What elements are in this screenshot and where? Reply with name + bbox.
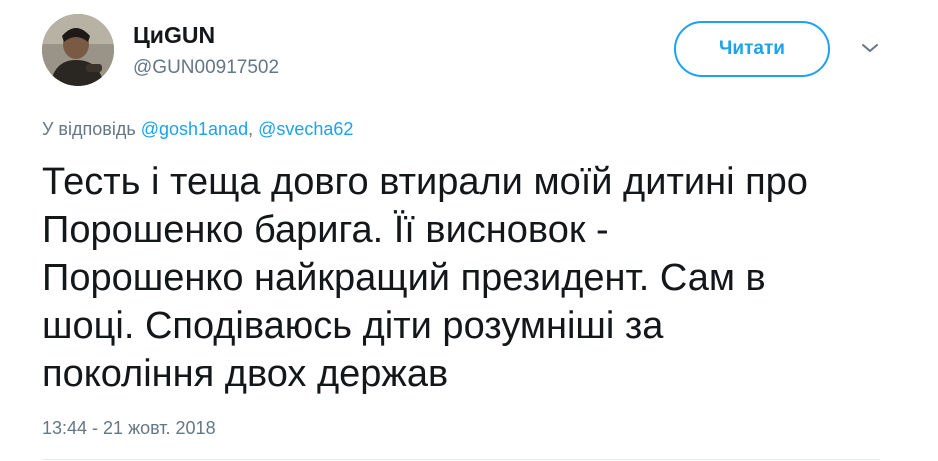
tweet-text-line: Тесть і теща довго втирали моїй дитині п…: [42, 161, 808, 203]
chevron-down-icon: [862, 44, 878, 52]
mention-link[interactable]: @svecha62: [258, 119, 353, 139]
mention-separator: ,: [248, 119, 254, 139]
tweet-text-line: шоці. Сподіваюсь діти розумніші за: [42, 305, 664, 347]
display-name[interactable]: ЦиGUN: [133, 22, 215, 48]
tweet-text: Тесть і теща довго втирали моїй дитині п…: [42, 158, 922, 398]
reply-prefix: У відповідь: [42, 119, 136, 139]
tweet-timestamp[interactable]: 13:44 - 21 жовт. 2018: [42, 417, 216, 439]
mention-link[interactable]: @gosh1anad: [141, 119, 248, 139]
tweet-menu-button[interactable]: [858, 38, 882, 58]
avatar[interactable]: [42, 14, 114, 86]
follow-button-label: Читати: [719, 38, 785, 59]
tweet-text-line: покоління двох держав: [42, 353, 449, 395]
user-handle[interactable]: @GUN00917502: [133, 57, 279, 79]
tweet: ЦиGUN @GUN00917502 Читати У відповідь @g…: [0, 0, 938, 461]
reply-context: У відповідь @gosh1anad, @svecha62: [42, 118, 353, 140]
tweet-text-line: Порошенко найкращий президент. Сам в: [42, 257, 766, 299]
divider: [42, 459, 880, 460]
follow-button[interactable]: Читати: [674, 21, 830, 77]
user-avatar-icon: [42, 14, 114, 86]
tweet-text-line: Порошенко барига. Її висновок -: [42, 209, 609, 251]
